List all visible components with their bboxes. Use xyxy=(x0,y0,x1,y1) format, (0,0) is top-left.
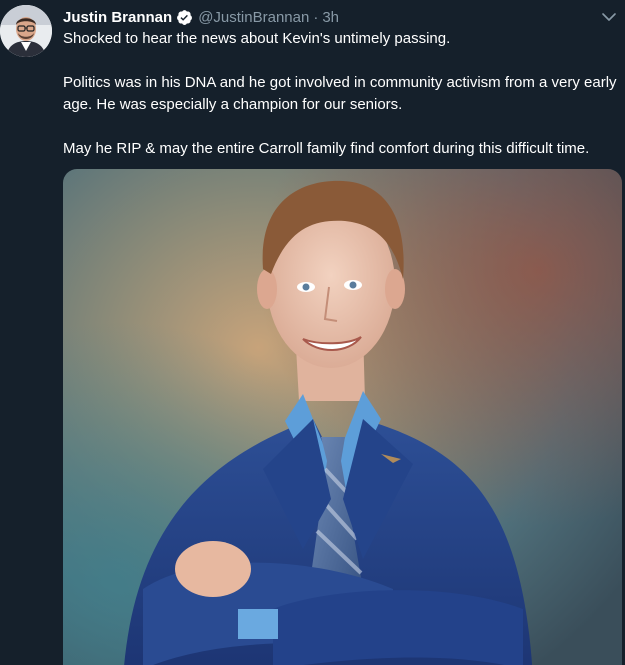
portrait-photo xyxy=(63,169,622,665)
tweet-paragraph: May he RIP & may the entire Carroll fami… xyxy=(63,140,590,157)
tweet-text: Shocked to hear the news about Kevin's u… xyxy=(63,28,619,182)
tweet-paragraph: Politics was in his DNA and he got invol… xyxy=(63,74,617,113)
separator-dot: · xyxy=(313,8,319,26)
avatar[interactable] xyxy=(0,5,52,57)
tweet-card[interactable]: Justin Brannan @JustinBrannan · 3h Shock… xyxy=(0,0,625,665)
display-name[interactable]: Justin Brannan xyxy=(63,9,172,26)
avatar-image xyxy=(0,5,52,57)
verified-badge-icon xyxy=(177,9,193,25)
tweet-header: Justin Brannan @JustinBrannan · 3h xyxy=(63,6,585,28)
tweet-paragraph: Shocked to hear the news about Kevin's u… xyxy=(63,30,451,47)
chevron-down-icon[interactable] xyxy=(600,8,618,26)
user-handle[interactable]: @JustinBrannan xyxy=(198,9,309,26)
tweet-timestamp[interactable]: 3h xyxy=(322,9,339,26)
tweet-photo[interactable] xyxy=(63,169,622,665)
